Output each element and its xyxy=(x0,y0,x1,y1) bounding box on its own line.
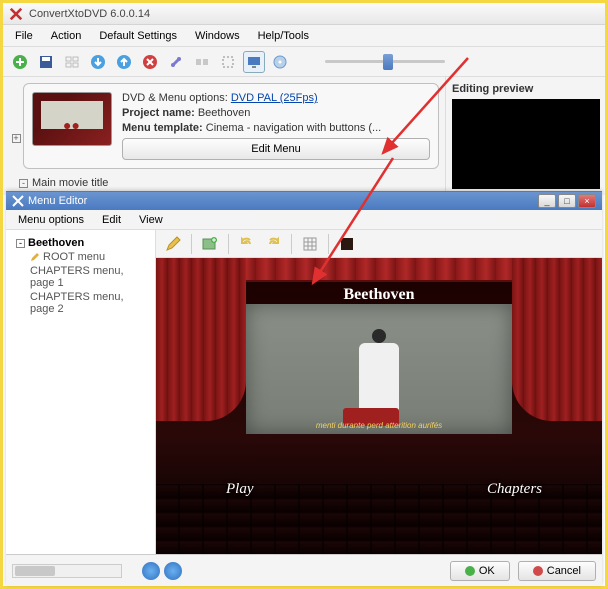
movie-title-row[interactable]: - Main movie title xyxy=(9,177,439,189)
project-tree-panel: + DVD & Menu options: DVD PAL (25Fps) Pr… xyxy=(3,77,445,195)
chapters-link[interactable]: Chapters xyxy=(487,481,542,498)
tree-chapters-1[interactable]: CHAPTERS menu, page 1 xyxy=(12,264,149,290)
edit-text-button[interactable] xyxy=(162,233,184,255)
collapse-icon[interactable]: - xyxy=(16,239,25,248)
template-value: Cinema - navigation with buttons (... xyxy=(206,122,381,134)
ok-button[interactable]: OK xyxy=(450,561,510,581)
add-button[interactable] xyxy=(9,51,31,73)
main-menubar: File Action Default Settings Windows Hel… xyxy=(3,25,605,47)
tree-root[interactable]: - Beethoven xyxy=(12,236,149,250)
menu-thumbnail-icon xyxy=(32,92,112,146)
playback-play-button[interactable] xyxy=(142,562,160,580)
cancel-icon xyxy=(533,566,543,576)
cancel-button[interactable]: Cancel xyxy=(518,561,596,581)
conductor-figure-icon xyxy=(359,343,399,413)
check-icon xyxy=(465,566,475,576)
editor-title: Menu Editor xyxy=(28,195,87,207)
grid-button[interactable] xyxy=(299,233,321,255)
editor-tree: - Beethoven ROOT menu CHAPTERS menu, pag… xyxy=(6,230,156,554)
main-toolbar xyxy=(3,47,605,77)
dvd-format-link[interactable]: DVD PAL (25Fps) xyxy=(231,92,318,104)
editor-titlebar[interactable]: Menu Editor _ □ × xyxy=(6,192,602,210)
menu-stage[interactable]: menti durante perd atterition aurifés Be… xyxy=(156,258,602,554)
project-name-label: Project name: xyxy=(122,107,195,119)
movie-title-label: Main movie title xyxy=(32,177,108,189)
move-down-button[interactable] xyxy=(87,51,109,73)
move-up-button[interactable] xyxy=(113,51,135,73)
options-label: DVD & Menu options: xyxy=(122,92,228,104)
project-item[interactable]: DVD & Menu options: DVD PAL (25Fps) Proj… xyxy=(23,83,439,169)
editor-menubar: Menu options Edit View xyxy=(6,210,602,230)
editor-menu-view[interactable]: View xyxy=(131,212,171,228)
minimize-button[interactable]: _ xyxy=(538,194,556,208)
background-swatch-button[interactable] xyxy=(336,233,358,255)
close-button[interactable]: × xyxy=(578,194,596,208)
disc-button[interactable] xyxy=(269,51,291,73)
tree-chapters-2[interactable]: CHAPTERS menu, page 2 xyxy=(12,290,149,316)
editor-toolbar xyxy=(156,230,602,258)
menu-title-text[interactable]: Beethoven xyxy=(156,286,602,304)
project-name-value: Beethoven xyxy=(198,107,251,119)
menu-action[interactable]: Action xyxy=(43,28,90,44)
tree-root-menu[interactable]: ROOT menu xyxy=(12,250,149,264)
menu-default-settings[interactable]: Default Settings xyxy=(91,28,185,44)
scroll-thumb-icon[interactable] xyxy=(15,566,55,576)
preview-heading: Editing preview xyxy=(452,83,599,95)
pencil-icon xyxy=(30,252,40,262)
merge-button[interactable] xyxy=(191,51,213,73)
editor-menu-options[interactable]: Menu options xyxy=(10,212,92,228)
monitor-button[interactable] xyxy=(243,51,265,73)
template-label: Menu template: xyxy=(122,122,203,134)
app-logo-icon xyxy=(9,7,23,21)
play-link[interactable]: Play xyxy=(226,481,254,498)
editor-menu-edit[interactable]: Edit xyxy=(94,212,129,228)
delete-button[interactable] xyxy=(139,51,161,73)
menu-windows[interactable]: Windows xyxy=(187,28,248,44)
expand-icon[interactable]: - xyxy=(19,179,28,188)
edit-menu-button[interactable]: Edit Menu xyxy=(122,138,430,160)
crop-button[interactable] xyxy=(217,51,239,73)
menu-help-tools[interactable]: Help/Tools xyxy=(250,28,317,44)
main-title: ConvertXtoDVD 6.0.0.14 xyxy=(29,8,150,20)
main-window: ConvertXtoDVD 6.0.0.14 File Action Defau… xyxy=(3,3,605,195)
tree-root-label: Beethoven xyxy=(28,237,84,249)
tree-scrollbar[interactable] xyxy=(12,564,122,578)
settings-button[interactable] xyxy=(165,51,187,73)
cinema-screen: menti durante perd atterition aurifés xyxy=(246,304,512,434)
add-image-button[interactable] xyxy=(199,233,221,255)
slider-thumb-icon[interactable] xyxy=(383,54,393,70)
editor-logo-icon xyxy=(12,195,24,207)
preview-viewport xyxy=(452,99,600,189)
menu-file[interactable]: File xyxy=(7,28,41,44)
preview-panel: Editing preview xyxy=(445,77,605,195)
zoom-slider[interactable] xyxy=(325,51,445,73)
redo-button[interactable] xyxy=(262,233,284,255)
undo-button[interactable] xyxy=(236,233,258,255)
playback-next-button[interactable] xyxy=(164,562,182,580)
maximize-button[interactable]: □ xyxy=(558,194,576,208)
menu-editor-window: Menu Editor _ □ × Menu options Edit View… xyxy=(6,191,602,586)
main-titlebar[interactable]: ConvertXtoDVD 6.0.0.14 xyxy=(3,3,605,25)
layout-button[interactable] xyxy=(61,51,83,73)
editor-footer: OK Cancel xyxy=(6,554,602,586)
tree-expand-toggle[interactable]: + xyxy=(9,108,23,169)
screen-subtitle: menti durante perd atterition aurifés xyxy=(246,421,512,430)
save-button[interactable] xyxy=(35,51,57,73)
curtain-right-icon xyxy=(512,258,602,421)
curtain-left-icon xyxy=(156,258,246,421)
